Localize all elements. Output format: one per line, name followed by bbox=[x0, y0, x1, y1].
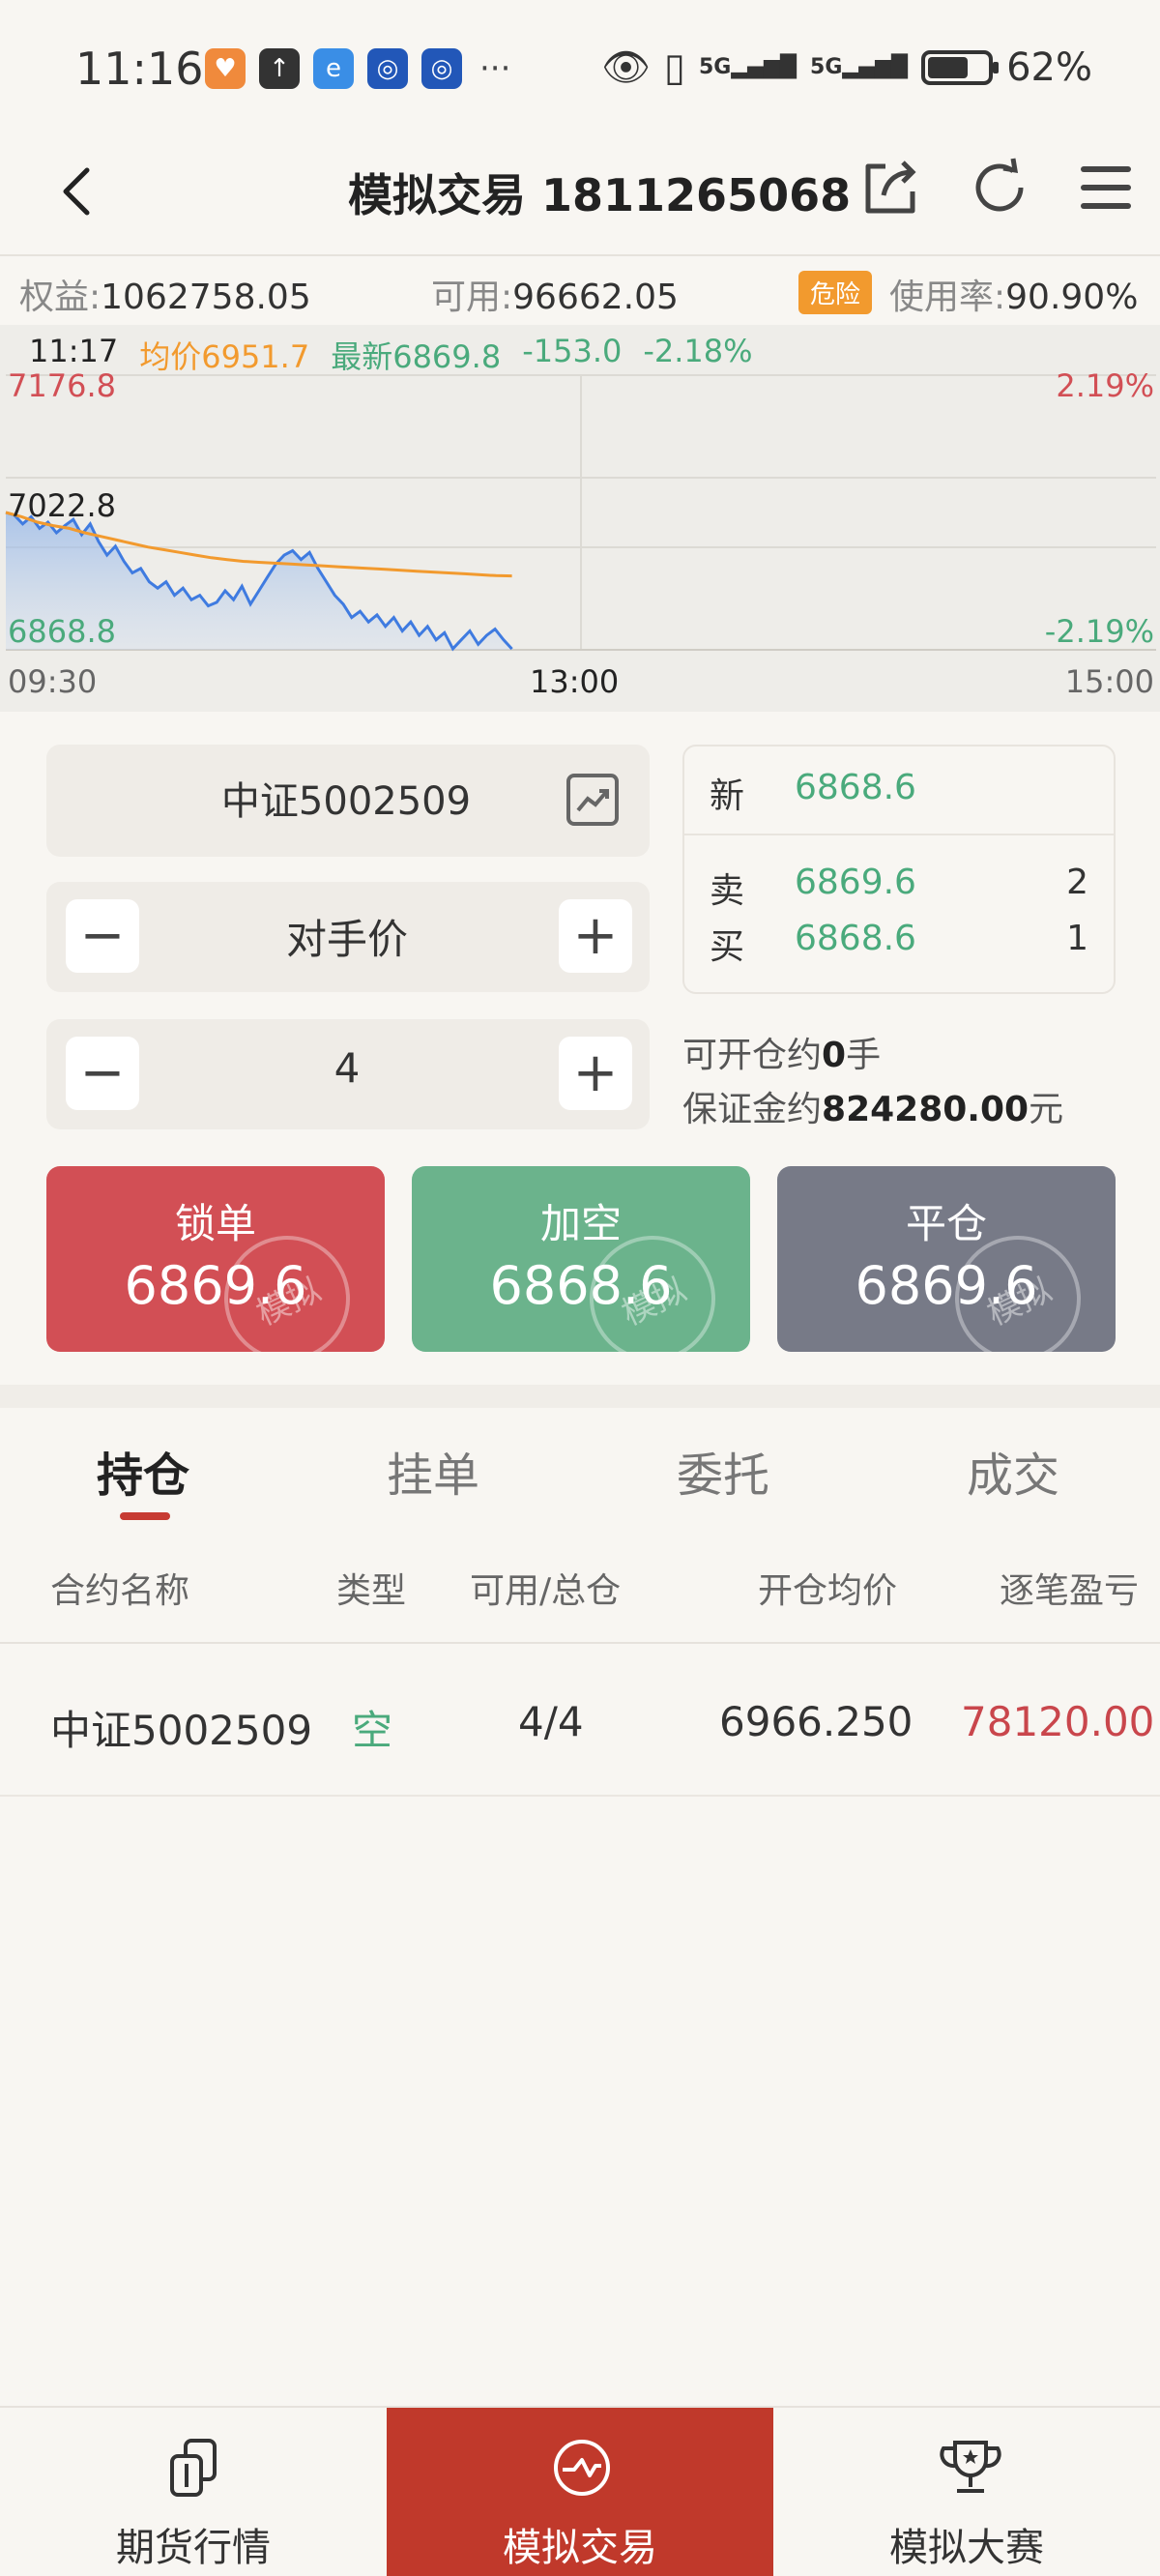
chart-header: 11:17 均价6951.7 最新6869.8 -153.0 -2.18% bbox=[29, 333, 753, 377]
section-divider bbox=[0, 1385, 1160, 1408]
y-label-mid: 7022.8 bbox=[8, 487, 116, 524]
page-title: 模拟交易 1811265068 bbox=[348, 169, 852, 221]
row-pnl: 78120.00 bbox=[961, 1698, 1155, 1745]
row-contract: 中证5002509 bbox=[50, 1707, 313, 1754]
close-position-button[interactable]: 平仓 6869.6 模拟 bbox=[777, 1166, 1116, 1352]
bank-app-icon: ◎ bbox=[367, 48, 408, 89]
menu-icon[interactable] bbox=[1075, 157, 1137, 219]
status-time: 11:16 bbox=[75, 43, 204, 95]
market-icon bbox=[170, 2439, 217, 2497]
nav-simulated-contest[interactable]: 模拟大赛 bbox=[773, 2408, 1160, 2576]
col-pnl: 逐笔盈亏 bbox=[1000, 1571, 1140, 1611]
margin-estimate: 保证金约824280.00元 bbox=[682, 1090, 1064, 1129]
more-dots-icon: ··· bbox=[479, 49, 511, 88]
tab-positions[interactable]: 持仓 bbox=[97, 1437, 189, 1505]
upload-arrow-icon: ↑ bbox=[259, 48, 300, 89]
x-label-1300: 13:00 bbox=[530, 663, 620, 700]
quantity-value[interactable]: 4 bbox=[46, 1044, 648, 1092]
quote-new: 新 6868.6 bbox=[710, 768, 916, 816]
status-right: 👁 ▯ 5G▂▄▆█ 5G▂▄▆█ 62% bbox=[601, 44, 1092, 91]
active-tab-indicator bbox=[120, 1512, 170, 1520]
row-qty: 4/4 bbox=[518, 1698, 584, 1745]
nav-simulated-trading[interactable]: 模拟交易 bbox=[387, 2408, 773, 2576]
col-avg-price: 开仓均价 bbox=[758, 1571, 898, 1611]
risk-badge: 危险 bbox=[798, 271, 873, 314]
chart-trend-icon[interactable] bbox=[565, 772, 621, 828]
available: 可用:96662.05 bbox=[431, 278, 679, 317]
tab-pending[interactable]: 挂单 bbox=[387, 1437, 479, 1505]
status-bar: 11:16 ♥ ↑ e ◎ ◎ ··· 👁 ▯ 5G▂▄▆█ 5G▂▄▆█ 62… bbox=[0, 0, 1160, 135]
vibrate-icon: ▯ bbox=[663, 44, 685, 90]
usage-rate: 使用率:90.90% bbox=[889, 278, 1139, 317]
nav-futures-market[interactable]: 期货行情 bbox=[0, 2408, 387, 2576]
signal-2-icon: 5G▂▄▆█ bbox=[810, 54, 909, 79]
chart-change: -153.0 bbox=[522, 333, 623, 369]
price-plus-button[interactable]: + bbox=[559, 899, 632, 973]
quantity-stepper: − 4 + bbox=[46, 1019, 650, 1129]
quantity-plus-button[interactable]: + bbox=[559, 1037, 632, 1110]
pct-label-top: 2.19% bbox=[1056, 367, 1154, 404]
bank-app-icon-2: ◎ bbox=[421, 48, 462, 89]
battery-percent: 62% bbox=[1006, 44, 1092, 90]
chart-canvas bbox=[5, 374, 1156, 652]
symbol-selector[interactable]: 中证5002509 bbox=[46, 745, 650, 857]
row-avg-price: 6966.250 bbox=[719, 1698, 914, 1745]
col-type: 类型 bbox=[336, 1571, 407, 1611]
tab-orders[interactable]: 委托 bbox=[677, 1437, 769, 1505]
trophy-icon bbox=[940, 2441, 1001, 2493]
share-icon[interactable] bbox=[860, 157, 922, 219]
quote-panel: 新 6868.6 卖 6869.6 2 买 6868.6 1 bbox=[682, 745, 1116, 994]
chart-avg: 均价6951.7 bbox=[139, 338, 310, 375]
symbol-name: 中证5002509 bbox=[220, 779, 472, 824]
x-label-1500: 15:00 bbox=[1064, 663, 1154, 700]
col-qty: 可用/总仓 bbox=[470, 1571, 622, 1611]
tab-trades[interactable]: 成交 bbox=[967, 1437, 1059, 1505]
status-app-icons: ♥ ↑ e ◎ ◎ ··· bbox=[205, 48, 510, 89]
open-capacity: 可开仓约0手 bbox=[682, 1036, 882, 1075]
signal-1-icon: 5G▂▄▆█ bbox=[698, 54, 798, 79]
account-summary: 权益:1062758.05 可用:96662.05 危险 使用率:90.90% bbox=[0, 259, 1160, 323]
back-arrow-icon[interactable] bbox=[48, 162, 106, 220]
add-short-button[interactable]: 加空 6868.6 模拟 bbox=[412, 1166, 750, 1352]
eye-icon: 👁 bbox=[601, 45, 651, 90]
refresh-icon[interactable] bbox=[969, 157, 1030, 219]
pct-label-bottom: -2.19% bbox=[1044, 613, 1154, 650]
y-label-top: 7176.8 bbox=[8, 367, 116, 404]
price-mode-value[interactable]: 对手价 bbox=[46, 907, 648, 966]
x-label-0930: 09:30 bbox=[8, 663, 98, 700]
chart-change-pct: -2.18% bbox=[643, 333, 753, 369]
quote-sell: 卖 6869.6 2 bbox=[710, 863, 1088, 911]
price-mode-stepper: − 对手价 + bbox=[46, 882, 650, 992]
heart-app-icon: ♥ bbox=[205, 48, 246, 89]
lock-order-button[interactable]: 锁单 6869.6 模拟 bbox=[46, 1166, 385, 1352]
trading-icon bbox=[554, 2440, 610, 2496]
position-tabs: 持仓 挂单 委托 成交 bbox=[0, 1408, 1160, 1530]
table-header: 合约名称 类型 可用/总仓 开仓均价 逐笔盈亏 bbox=[0, 1537, 1160, 1644]
equity: 权益:1062758.05 bbox=[19, 278, 311, 317]
quote-buy: 买 6868.6 1 bbox=[710, 919, 1088, 967]
row-type: 空 bbox=[352, 1707, 393, 1754]
chart-latest: 最新6869.8 bbox=[331, 338, 502, 375]
title-bar: 模拟交易 1811265068 bbox=[0, 135, 1160, 256]
y-label-bottom: 6868.8 bbox=[8, 613, 116, 650]
col-contract: 合约名称 bbox=[50, 1571, 190, 1611]
intraday-chart[interactable]: 11:17 均价6951.7 最新6869.8 -153.0 -2.18% 71… bbox=[0, 325, 1160, 712]
bottom-nav: 期货行情 模拟交易 模拟大赛 bbox=[0, 2406, 1160, 2576]
table-row[interactable]: 中证5002509 空 4/4 6966.250 78120.00 bbox=[0, 1646, 1160, 1797]
battery-icon bbox=[921, 49, 1000, 85]
browser-app-icon: e bbox=[313, 48, 354, 89]
